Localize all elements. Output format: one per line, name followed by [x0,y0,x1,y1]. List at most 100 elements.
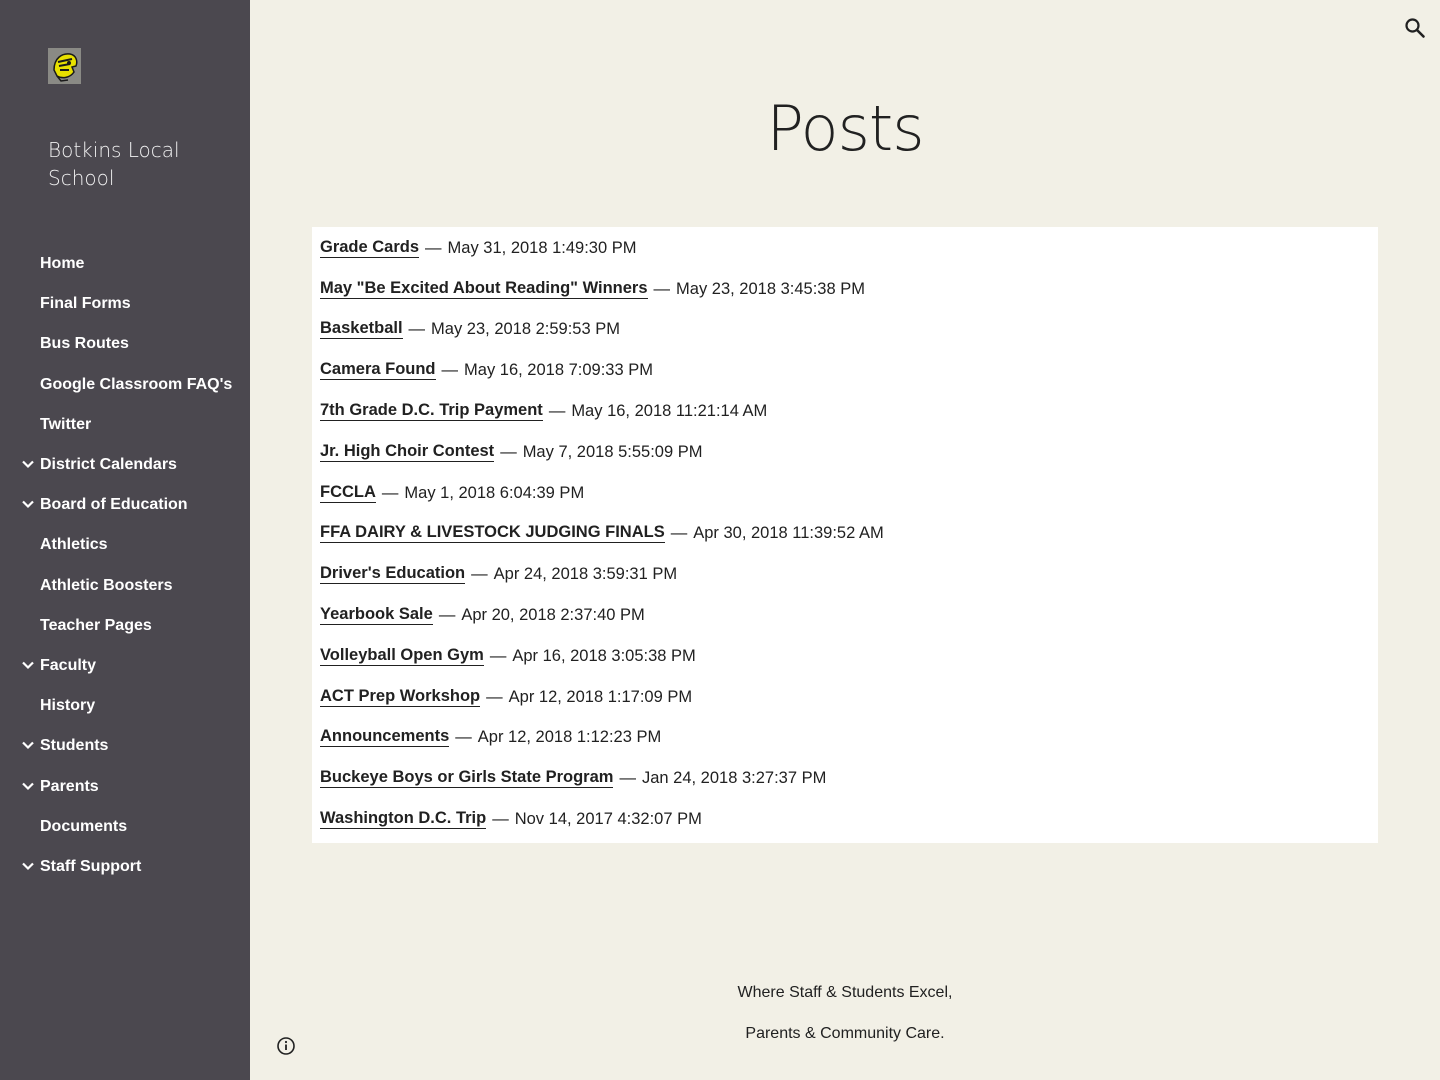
post-date: May 16, 2018 7:09:33 PM [464,361,653,380]
post-separator: — [548,402,566,421]
post-row: Announcements — Apr 12, 2018 1:12:23 PM [320,718,1370,759]
sidebar-item-staff-support[interactable]: Staff Support [0,847,250,887]
sidebar-item-athletics[interactable]: Athletics [0,525,250,565]
posts-list: Grade Cards — May 31, 2018 1:49:30 PM May "… [312,227,1378,843]
sidebar-nav: Home Final Forms Bus Routes Google Classroo… [0,244,250,887]
sidebar-item-label: Teacher Pages [40,616,152,634]
chevron-down-icon[interactable] [20,496,36,512]
post-link[interactable]: FFA DAIRY & LIVESTOCK JUDGING FINALS [320,524,665,544]
post-link[interactable]: Jr. High Choir Contest [320,442,495,462]
chevron-down-icon[interactable] [20,778,36,794]
footer: Where Staff & Students Excel, Parents & … [250,980,1440,1062]
sidebar-item-students[interactable]: Students [0,726,250,766]
post-date: Apr 16, 2018 3:05:38 PM [512,646,696,665]
sidebar-item-twitter[interactable]: Twitter [0,405,250,445]
post-link[interactable]: Basketball [320,320,403,340]
post-link[interactable]: FCCLA [320,483,376,503]
main-content: Posts Grade Cards — May 31, 2018 1:49:30 P… [250,0,1440,1080]
post-date: May 1, 2018 6:04:39 PM [404,483,585,502]
post-link[interactable]: Grade Cards [320,238,420,258]
post-separator: — [408,320,426,339]
post-row: ACT Prep Workshop — Apr 12, 2018 1:17:09 P… [320,677,1370,718]
sidebar-item-label: Home [40,255,85,273]
sidebar: Botkins Local School Home Final Forms Bus … [0,0,250,1080]
sidebar-item-final-forms[interactable]: Final Forms [0,284,250,324]
sidebar-item-faculty[interactable]: Faculty [0,646,250,686]
sidebar-item-label: Bus Routes [40,335,129,353]
chevron-down-icon[interactable] [20,657,36,673]
post-separator: — [441,361,459,380]
post-date: Apr 12, 2018 1:17:09 PM [508,687,693,706]
post-row: Buckeye Boys or Girls State Program — Jan … [320,758,1370,799]
post-row: FFA DAIRY & LIVESTOCK JUDGING FINALS — Apr… [320,514,1370,555]
chevron-down-icon[interactable] [20,737,36,753]
post-separator: — [381,483,399,502]
post-date: Apr 24, 2018 3:59:31 PM [493,565,678,584]
post-separator: — [438,606,456,625]
post-link[interactable]: Volleyball Open Gym [320,646,484,666]
post-date: Apr 12, 2018 1:12:23 PM [477,728,662,747]
sidebar-item-documents[interactable]: Documents [0,807,250,847]
sidebar-item-board-of-education[interactable]: Board of Education [0,485,250,525]
sidebar-item-teacher-pages[interactable]: Teacher Pages [0,606,250,646]
post-date: May 16, 2018 11:21:14 AM [571,402,768,421]
sidebar-item-athletic-boosters[interactable]: Athletic Boosters [0,566,250,606]
post-row: Jr. High Choir Contest — May 7, 2018 5:55:… [320,432,1370,473]
post-link[interactable]: Announcements [320,728,450,748]
page-title: Posts [766,92,924,165]
footer-line-1: Where Staff & Students Excel, [737,984,953,1001]
post-link[interactable]: ACT Prep Workshop [320,687,481,707]
post-date: May 31, 2018 1:49:30 PM [447,238,637,257]
post-link[interactable]: Yearbook Sale [320,606,433,626]
post-separator: — [489,646,507,665]
sidebar-item-label: Google Classroom FAQ's [40,375,233,393]
post-separator: — [492,810,509,829]
sidebar-item-home[interactable]: Home [0,244,250,284]
post-separator: — [425,238,442,257]
sidebar-item-label: Twitter [40,415,92,433]
info-icon[interactable] [275,1035,297,1057]
sidebar-item-label: Athletics [40,536,108,554]
sidebar-item-label: Documents [40,817,128,835]
school-logo[interactable] [48,48,81,84]
post-separator: — [471,565,488,584]
post-date: May 7, 2018 5:55:09 PM [522,442,703,461]
post-separator: — [486,687,503,706]
sidebar-item-district-calendars[interactable]: District Calendars [0,445,250,485]
chevron-down-icon[interactable] [20,858,36,874]
post-row: Yearbook Sale — Apr 20, 2018 2:37:40 PM [320,595,1370,636]
post-link[interactable]: Camera Found [320,361,436,381]
post-link[interactable]: 7th Grade D.C. Trip Payment [320,402,543,422]
post-row: Washington D.C. Trip — Nov 14, 2017 4:32:0… [320,799,1370,840]
post-row: 7th Grade D.C. Trip Payment — May 16, 2018… [320,391,1370,432]
sidebar-item-parents[interactable]: Parents [0,766,250,806]
post-row: Volleyball Open Gym — Apr 16, 2018 3:05:38… [320,636,1370,677]
post-date: Jan 24, 2018 3:27:37 PM [641,769,827,788]
post-row: Grade Cards — May 31, 2018 1:49:30 PM [320,228,1370,269]
sidebar-item-label: Parents [40,777,99,795]
post-date: May 23, 2018 3:45:38 PM [676,279,865,298]
search-icon[interactable] [1403,16,1427,40]
sidebar-item-bus-routes[interactable]: Bus Routes [0,324,250,364]
post-row: Driver's Education — Apr 24, 2018 3:59:31 … [320,554,1370,595]
sidebar-item-label: History [40,697,96,715]
post-date: May 23, 2018 2:59:53 PM [431,320,620,339]
footer-line-2: Parents & Community Care. [745,1025,945,1042]
sidebar-item-label: Students [40,737,109,755]
post-date: Apr 20, 2018 2:37:40 PM [461,606,645,625]
post-link[interactable]: Buckeye Boys or Girls State Program [320,769,614,789]
post-link[interactable]: Driver's Education [320,565,466,585]
post-separator: — [619,769,636,788]
sidebar-item-label: Board of Education [40,496,188,514]
post-link[interactable]: May "Be Excited About Reading" Winners [320,279,648,299]
sidebar-item-google-classroom-faq-s[interactable]: Google Classroom FAQ's [0,365,250,405]
sidebar-item-label: Staff Support [40,857,142,875]
post-date: Apr 30, 2018 11:39:52 AM [693,524,884,543]
chevron-down-icon[interactable] [20,456,36,472]
post-separator: — [500,442,517,461]
post-row: Camera Found — May 16, 2018 7:09:33 PM [320,350,1370,391]
sidebar-item-history[interactable]: History [0,686,250,726]
sidebar-item-label: Final Forms [40,295,131,313]
site-title[interactable]: Botkins Local School [48,136,238,192]
post-link[interactable]: Washington D.C. Trip [320,810,487,830]
